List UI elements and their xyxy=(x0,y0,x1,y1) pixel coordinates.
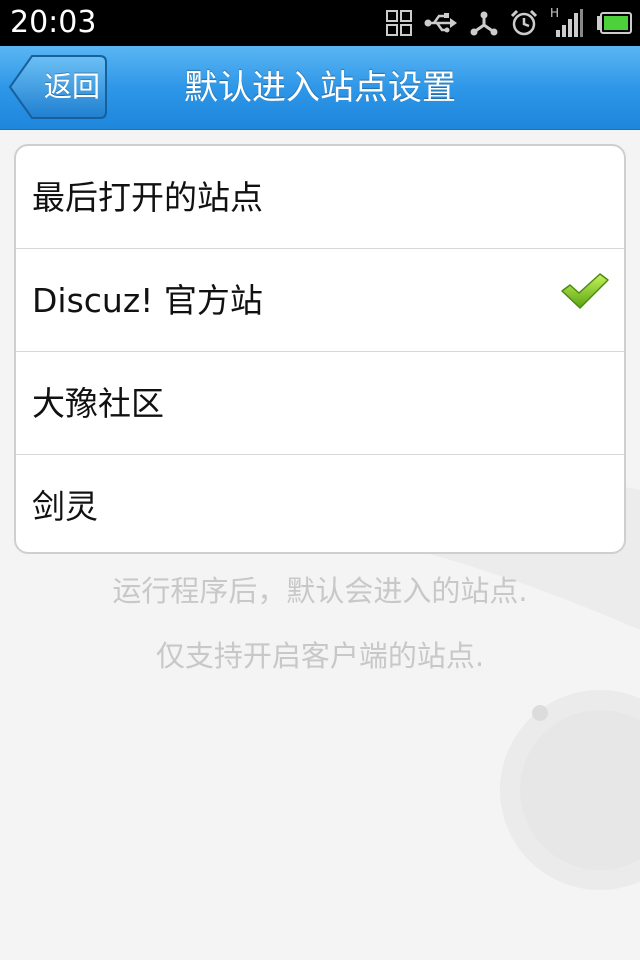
battery-icon xyxy=(596,12,632,34)
hint-text-client-only: 仅支持开启客户端的站点. xyxy=(155,639,485,673)
status-icons: H xyxy=(386,6,632,40)
option-label: 剑灵 xyxy=(32,487,98,526)
signal-type-label: H xyxy=(550,6,560,20)
option-label: 大豫社区 xyxy=(32,384,164,423)
share-icon xyxy=(470,9,498,37)
back-button[interactable]: 返回 xyxy=(8,54,108,120)
option-item-jianling[interactable]: 剑灵 xyxy=(16,455,624,552)
option-label: Discuz! 官方站 xyxy=(32,281,263,320)
alarm-icon xyxy=(510,9,538,37)
option-item-discuz-official[interactable]: Discuz! 官方站 xyxy=(16,249,624,352)
option-label: 最后打开的站点 xyxy=(32,178,263,217)
option-item-last-opened[interactable]: 最后打开的站点 xyxy=(16,146,624,249)
site-option-list: 最后打开的站点 Discuz! 官方站 大豫社区 剑灵 xyxy=(14,144,626,554)
signal-icon: H xyxy=(550,6,584,38)
checkmark-icon xyxy=(560,271,610,315)
grid-icon xyxy=(386,10,412,36)
hint-text-default-site: 运行程序后，默认会进入的站点. xyxy=(112,574,528,608)
title-bar: 返回 默认进入站点设置 xyxy=(0,46,640,130)
option-item-dayu-community[interactable]: 大豫社区 xyxy=(16,352,624,455)
back-button-label: 返回 xyxy=(43,70,100,103)
page-title: 默认进入站点设置 xyxy=(184,68,456,108)
usb-icon xyxy=(424,12,458,34)
status-bar: 20:03 H xyxy=(0,0,640,46)
status-time: 20:03 xyxy=(10,5,97,40)
